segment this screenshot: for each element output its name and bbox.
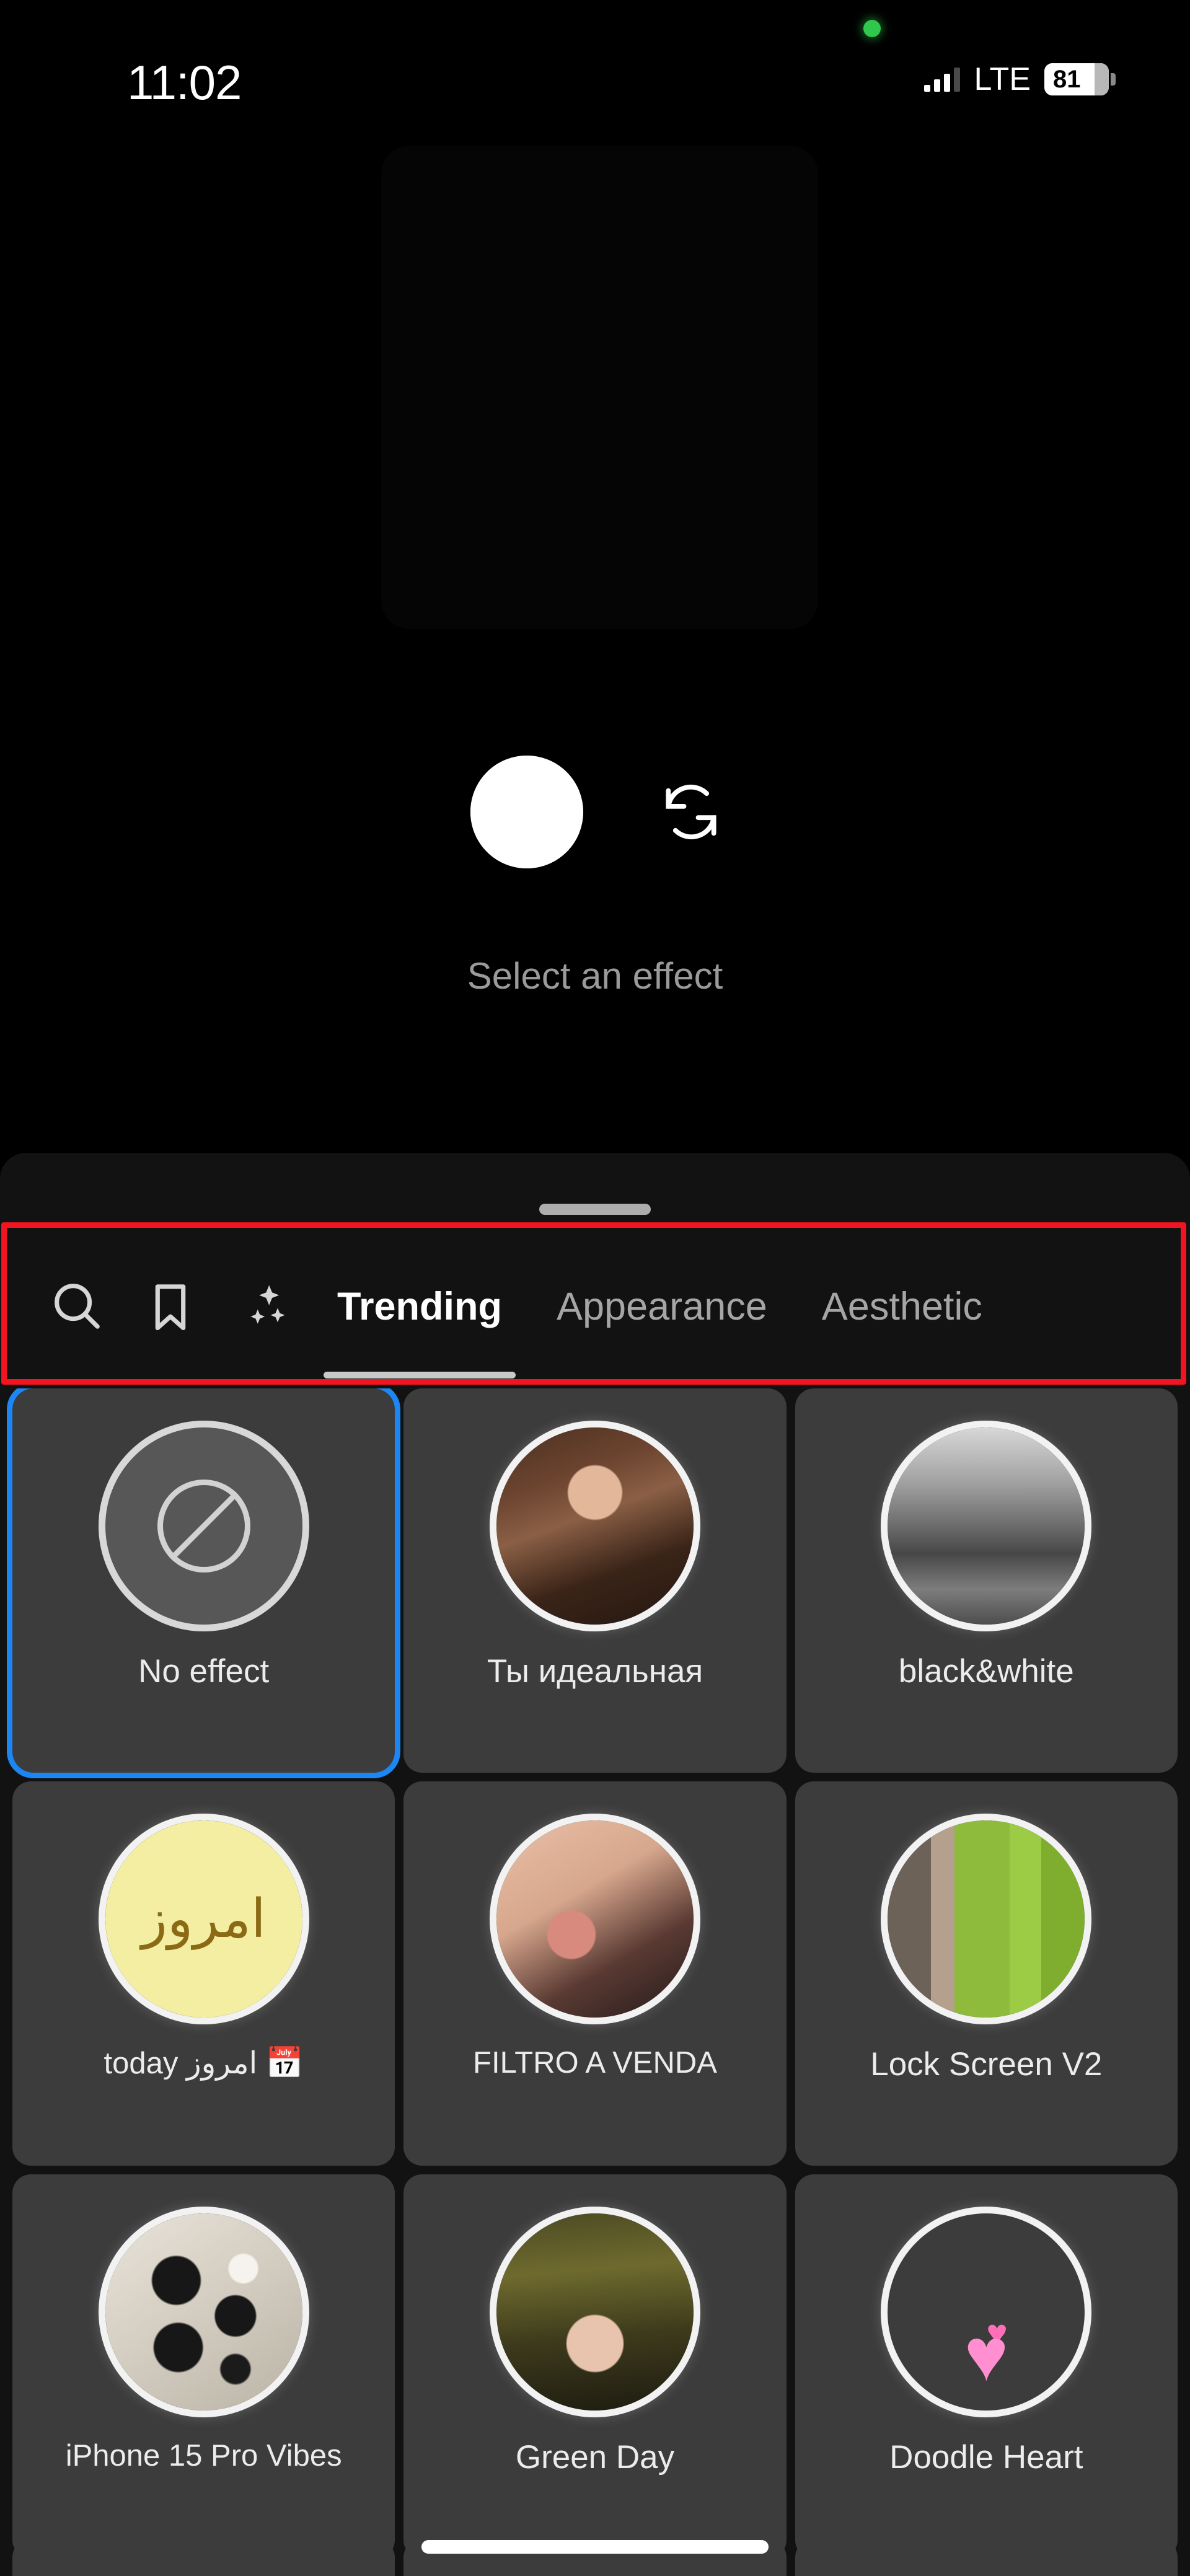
effect-label: iPhone 15 Pro Vibes — [65, 2439, 342, 2472]
effect-cell-no-effect[interactable]: No effect — [12, 1388, 395, 1773]
status-bar-right-cluster: LTE 81 — [924, 61, 1116, 98]
tab-trending[interactable]: Trending — [310, 1224, 529, 1388]
effect-cell-lock-screen-v2[interactable]: Lock Screen V2 — [795, 1781, 1178, 2166]
effect-label: Doodle Heart — [889, 2439, 1083, 2476]
effect-cell-green-day[interactable]: Green Day — [403, 2174, 787, 2559]
effect-cell-partial[interactable] — [795, 2539, 1178, 2576]
thumbnail-text: امروز — [141, 1888, 266, 1950]
no-effect-thumbnail — [98, 1421, 309, 1631]
active-tab-underline — [324, 1372, 516, 1378]
tab-label: Aesthetic — [821, 1284, 982, 1328]
effect-cell-ty-idealnaya[interactable]: Ты идеальная — [403, 1388, 787, 1773]
effect-thumbnail — [881, 2207, 1092, 2417]
effect-thumbnail — [881, 1421, 1092, 1631]
battery-percent-label: 81 — [1053, 65, 1081, 93]
effect-cell-black-and-white[interactable]: black&white — [795, 1388, 1178, 1773]
preview-viewport — [381, 146, 818, 629]
shutter-button[interactable] — [465, 750, 589, 874]
effect-label: No effect — [138, 1653, 270, 1690]
effect-thumbnail — [489, 1421, 700, 1631]
home-indicator[interactable] — [421, 2540, 769, 2554]
effect-thumbnail — [489, 1814, 700, 2024]
sparkles-icon[interactable] — [217, 1260, 310, 1353]
search-icon[interactable] — [31, 1260, 124, 1353]
effect-thumbnail: امروز — [98, 1814, 309, 2024]
effect-thumbnail — [881, 1814, 1092, 2024]
effect-thumbnail — [98, 2207, 309, 2417]
camera-privacy-indicator-icon — [863, 20, 881, 37]
effect-thumbnail — [489, 2207, 700, 2417]
effect-label: Green Day — [515, 2439, 675, 2476]
effect-label: today امروز 📅 — [104, 2047, 304, 2080]
effect-cell-partial[interactable] — [12, 2539, 395, 2576]
effects-grid: No effect Ты идеальная black&white امروز — [0, 1388, 1190, 2576]
effect-cell-doodle-heart[interactable]: Doodle Heart — [795, 2174, 1178, 2559]
tab-label: Trending — [337, 1284, 502, 1328]
prohibition-icon — [157, 1480, 250, 1573]
effect-category-tab-bar: Trending Appearance Aesthetic — [0, 1224, 1190, 1388]
status-bar-time: 11:02 — [127, 55, 242, 110]
battery-icon: 81 — [1044, 63, 1116, 95]
effect-cell-filtro-a-venda[interactable]: FILTRO A VENDA — [403, 1781, 787, 2166]
capture-controls — [0, 750, 1190, 874]
tab-appearance[interactable]: Appearance — [529, 1224, 795, 1388]
bookmark-icon[interactable] — [124, 1260, 217, 1353]
status-bar: 11:02 LTE 81 — [0, 0, 1190, 130]
effect-cell-today-amruz[interactable]: امروز today امروز 📅 — [12, 1781, 395, 2166]
select-effect-hint: Select an effect — [467, 955, 723, 997]
effect-label: FILTRO A VENDA — [473, 2046, 717, 2080]
network-type-label: LTE — [974, 61, 1031, 97]
camera-flip-icon[interactable] — [657, 778, 725, 846]
effect-picker-panel: Trending Appearance Aesthetic No effect — [0, 1153, 1190, 2576]
cellular-signal-icon — [924, 67, 961, 92]
effect-cell-iphone-15-pro-vibes[interactable]: iPhone 15 Pro Vibes — [12, 2174, 395, 2559]
panel-drag-handle[interactable] — [539, 1204, 651, 1215]
effect-label: Lock Screen V2 — [870, 2046, 1103, 2083]
phone-screen: 11:02 LTE 81 Select an effect Trending A… — [0, 0, 1190, 2576]
effect-label: black&white — [898, 1653, 1074, 1690]
camera-preview[interactable]: Select an effect — [0, 130, 1190, 1134]
tab-label: Appearance — [557, 1284, 767, 1328]
tab-aesthetic[interactable]: Aesthetic — [795, 1224, 1010, 1388]
effect-label: Ты идеальная — [487, 1653, 703, 1690]
